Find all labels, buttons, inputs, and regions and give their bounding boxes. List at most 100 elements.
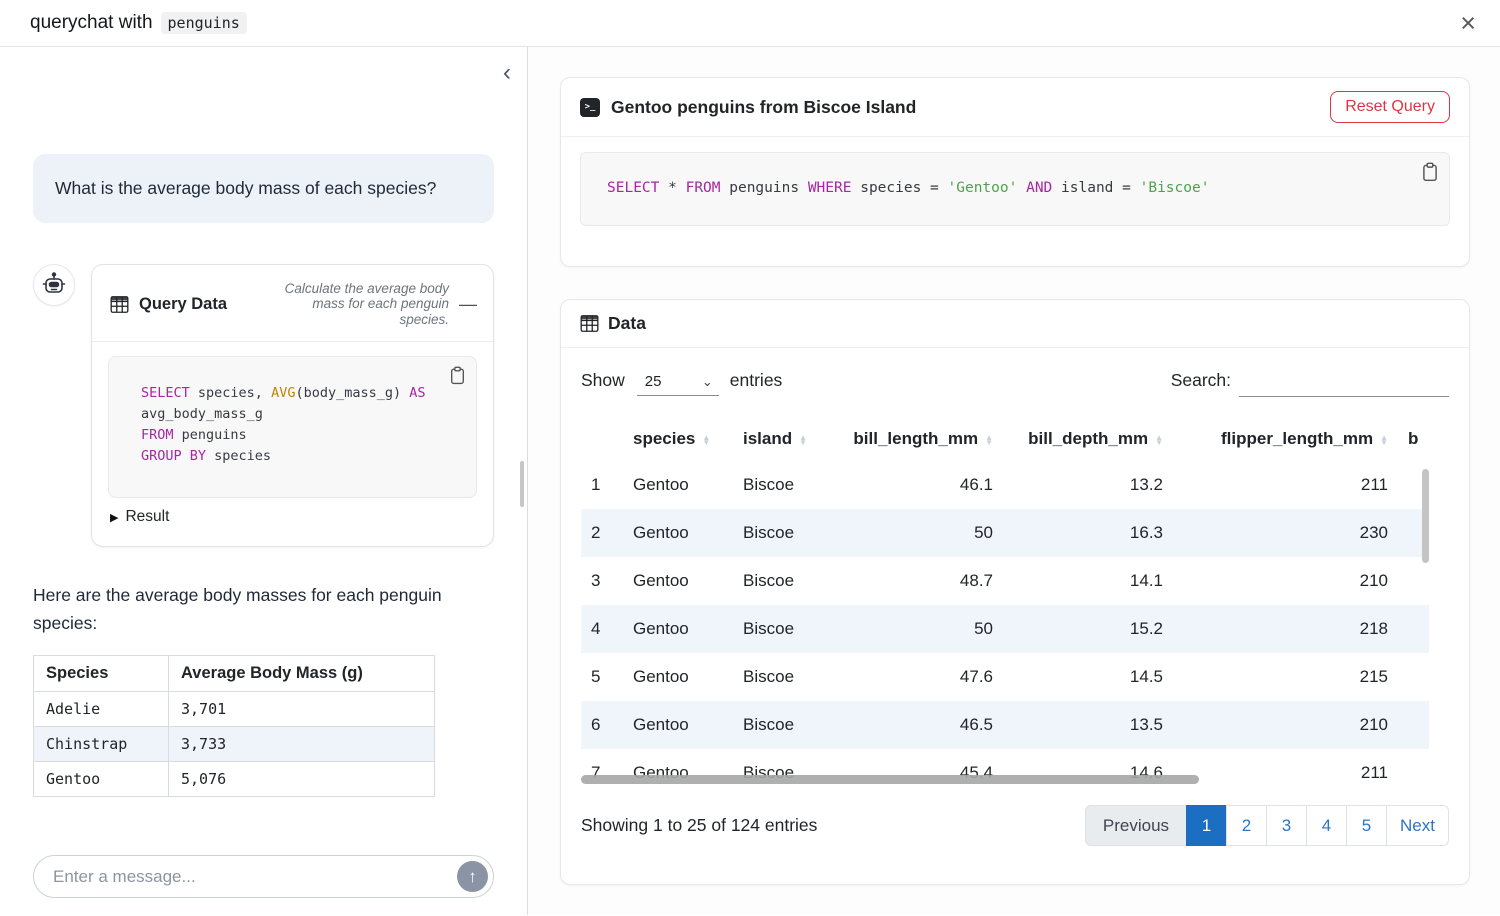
app-title: querychat with	[30, 12, 153, 34]
data-table-row: 5GentooBiscoe47.614.5215	[581, 653, 1429, 701]
disclosure-triangle-icon: ▶	[110, 511, 118, 524]
answer-table: SpeciesAverage Body Mass (g) Adelie3,701…	[33, 655, 435, 797]
page-size-select[interactable]: 25 ⌄	[637, 371, 719, 396]
data-table-cell: Biscoe	[733, 509, 828, 557]
data-table-cell: Biscoe	[733, 653, 828, 701]
data-table-row: 3GentooBiscoe48.714.1210	[581, 557, 1429, 605]
data-table: species▲▼island▲▼bill_length_mm▲▼bill_de…	[581, 423, 1429, 789]
tool-call-card: Query Data Calculate the average body ma…	[91, 264, 494, 547]
table-icon	[580, 314, 599, 333]
data-table-cell: Biscoe	[733, 605, 828, 653]
answer-table-column-header: Species	[34, 656, 169, 692]
data-table-column-header-b: b	[1398, 423, 1429, 461]
page-size-value: 25	[645, 373, 662, 390]
data-table-cell: 1	[581, 461, 623, 509]
pagination-next-button[interactable]: Next	[1386, 805, 1449, 846]
reset-query-button[interactable]: Reset Query	[1330, 91, 1450, 123]
data-table-cell	[1398, 749, 1429, 789]
data-table-cell: 5	[581, 653, 623, 701]
user-message: What is the average body mass of each sp…	[33, 154, 494, 223]
chat-scrollbar[interactable]	[520, 461, 524, 507]
data-table-cell: 15.2	[1003, 605, 1173, 653]
pagination-page-3[interactable]: 3	[1266, 805, 1307, 846]
data-table-column-header-bill_length_mm[interactable]: bill_length_mm▲▼	[828, 423, 1003, 461]
data-table-cell	[1398, 605, 1429, 653]
data-table-row: 6GentooBiscoe46.513.5210	[581, 701, 1429, 749]
data-table-cell: 4	[581, 605, 623, 653]
data-table-cell: 210	[1173, 701, 1398, 749]
answer-table-cell: Gentoo	[34, 762, 169, 797]
chat-message-input[interactable]	[33, 855, 494, 898]
data-table-header-row: species▲▼island▲▼bill_length_mm▲▼bill_de…	[581, 423, 1429, 461]
pagination-page-4[interactable]: 4	[1306, 805, 1347, 846]
current-query-sql: SELECT * FROM penguins WHERE species = '…	[607, 177, 1431, 199]
data-table-cell: 3	[581, 557, 623, 605]
data-table-cell: Gentoo	[623, 605, 733, 653]
close-icon[interactable]: ×	[1452, 6, 1484, 41]
answer-table-cell: 3,733	[169, 727, 435, 762]
data-table-cell: 48.7	[828, 557, 1003, 605]
table-horizontal-scrollbar[interactable]	[581, 775, 1199, 784]
sort-icon: ▲▼	[1155, 435, 1163, 445]
data-table-cell	[1398, 557, 1429, 605]
data-table-cell: 46.1	[828, 461, 1003, 509]
result-label: Result	[125, 508, 169, 526]
answer-table-cell: 3,701	[169, 692, 435, 727]
data-table-cell: 13.2	[1003, 461, 1173, 509]
pagination-page-5[interactable]: 5	[1346, 805, 1387, 846]
data-table-cell: Gentoo	[623, 701, 733, 749]
pagination: Previous12345Next	[1085, 805, 1449, 846]
tool-card-title: Query Data	[139, 295, 227, 314]
data-table-cell: Gentoo	[623, 557, 733, 605]
data-table-cell: 215	[1173, 653, 1398, 701]
data-table-cell: Gentoo	[623, 653, 733, 701]
sql-code: SELECT species, AVG(body_mass_g) ASavg_b…	[141, 383, 460, 467]
answer-table-column-header: Average Body Mass (g)	[169, 656, 435, 692]
data-table-column-header-rownum	[581, 423, 623, 461]
pagination-previous-button[interactable]: Previous	[1085, 805, 1187, 846]
tool-card-caption: Calculate the average body mass for each…	[264, 281, 449, 328]
pagination-page-2[interactable]: 2	[1226, 805, 1267, 846]
data-table-cell: Biscoe	[733, 701, 828, 749]
sort-icon: ▲▼	[702, 435, 710, 445]
data-table-cell: 230	[1173, 509, 1398, 557]
copy-icon[interactable]	[449, 366, 466, 385]
app-header: querychat with penguins ×	[0, 0, 1500, 47]
table-vertical-scrollbar[interactable]	[1422, 469, 1429, 563]
data-table-row: 2GentooBiscoe5016.3230	[581, 509, 1429, 557]
send-message-button[interactable]: ↑	[457, 861, 488, 892]
search-input[interactable]	[1239, 371, 1449, 397]
query-card-title: Gentoo penguins from Biscoe Island	[611, 97, 916, 118]
collapse-tool-card-icon[interactable]: —	[459, 294, 477, 315]
answer-table-cell: 5,076	[169, 762, 435, 797]
data-table-cell: 14.1	[1003, 557, 1173, 605]
sort-icon: ▲▼	[799, 435, 807, 445]
show-label: Show	[581, 370, 625, 391]
data-table-zone: species▲▼island▲▼bill_length_mm▲▼bill_de…	[581, 423, 1429, 789]
answer-table-row: Gentoo5,076	[34, 762, 435, 797]
data-table-column-header-island[interactable]: island▲▼	[733, 423, 828, 461]
data-table-cell: 218	[1173, 605, 1398, 653]
data-table-row: 1GentooBiscoe46.113.2211	[581, 461, 1429, 509]
pagination-page-1[interactable]: 1	[1186, 805, 1227, 846]
data-table-cell: Gentoo	[623, 509, 733, 557]
current-query-code-block: SELECT * FROM penguins WHERE species = '…	[580, 152, 1450, 226]
sql-code-block: SELECT species, AVG(body_mass_g) ASavg_b…	[108, 356, 477, 498]
dataset-name-chip: penguins	[161, 12, 247, 34]
collapse-sidebar-icon[interactable]: ‹	[503, 61, 511, 85]
data-table-column-header-flipper_length_mm[interactable]: flipper_length_mm▲▼	[1173, 423, 1398, 461]
data-table-cell: 50	[828, 509, 1003, 557]
sort-icon: ▲▼	[985, 435, 993, 445]
result-disclosure[interactable]: ▶ Result	[108, 498, 477, 542]
answer-table-cell: Chinstrap	[34, 727, 169, 762]
data-table-cell: 6	[581, 701, 623, 749]
copy-icon[interactable]	[1421, 162, 1439, 182]
data-table-cell: Biscoe	[733, 557, 828, 605]
data-table-cell: 16.3	[1003, 509, 1173, 557]
query-card: >_ Gentoo penguins from Biscoe Island Re…	[560, 77, 1470, 267]
data-table-column-header-bill_depth_mm[interactable]: bill_depth_mm▲▼	[1003, 423, 1173, 461]
data-table-cell	[1398, 701, 1429, 749]
data-table-cell: 211	[1173, 749, 1398, 789]
data-table-column-header-species[interactable]: species▲▼	[623, 423, 733, 461]
assistant-answer-text: Here are the average body masses for eac…	[33, 581, 494, 637]
